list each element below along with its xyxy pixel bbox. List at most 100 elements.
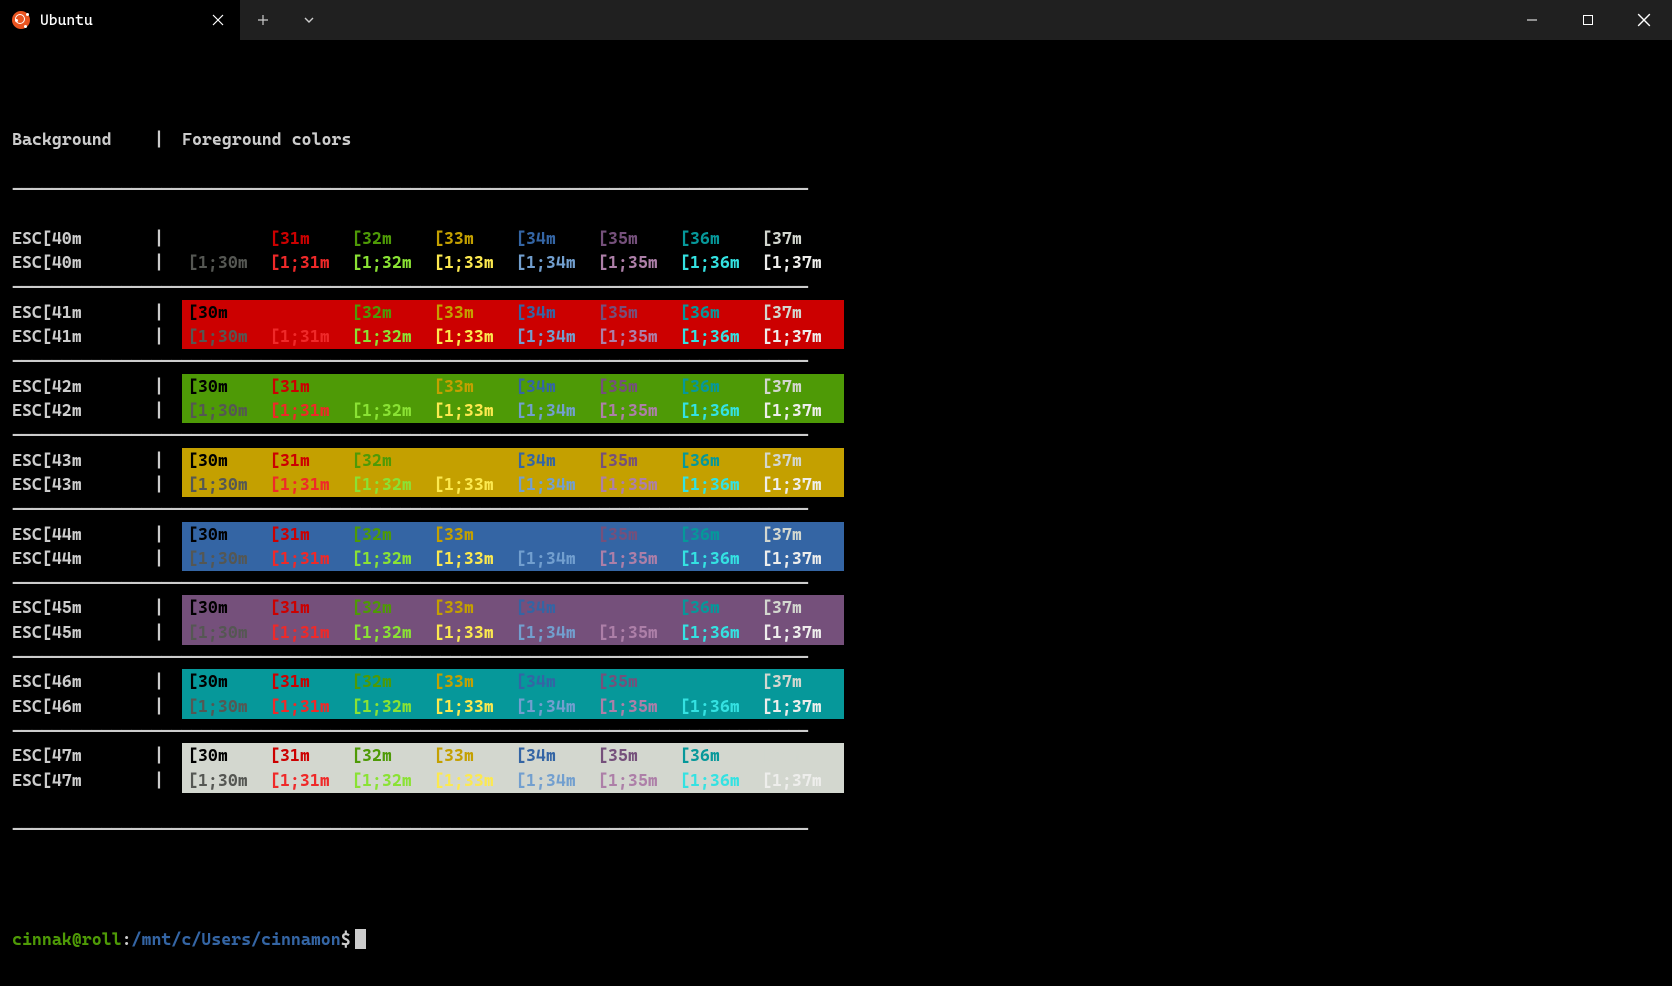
bg-label: ESC[41m <box>12 300 154 325</box>
fg-bright-sample-32: [1;32m <box>352 472 434 497</box>
bg-label: ESC[45m <box>12 595 154 620</box>
minimize-button[interactable] <box>1504 0 1560 40</box>
bg-label: ESC[40m <box>12 226 154 251</box>
bg-label: ESC[42m <box>12 374 154 399</box>
fg-bright-sample-37: [1;37m <box>762 398 844 423</box>
fg-sample-32: [32m <box>352 300 434 325</box>
fg-sample-33: [33m <box>434 743 516 768</box>
bg-label: ESC[43m <box>12 448 154 473</box>
shell-prompt[interactable]: cinnak@roll:/mnt/c/Users/cinnamon$ <box>12 927 1660 952</box>
fg-bright-sample-30: [1;30m <box>188 620 270 645</box>
color-row-45-bright: ESC[45m|[1;30m[1;31m[1;32m[1;33m[1;34m[1… <box>12 620 1660 645</box>
fg-bright-sample-34: [1;34m <box>516 324 598 349</box>
fg-sample-37: [37m <box>762 374 844 399</box>
bg-label: ESC[44m <box>12 546 154 571</box>
fg-bright-sample-35: [1;35m <box>598 768 680 793</box>
fg-sample-36: [36m <box>680 743 762 768</box>
fg-sample-35: [35m <box>598 226 680 251</box>
fg-sample-35: [35m <box>598 374 680 399</box>
divider: ----------------------------------------… <box>12 275 1660 300</box>
bg-label: ESC[42m <box>12 398 154 423</box>
divider: ----------------------------------------… <box>12 571 1660 596</box>
fg-sample-33: [33m <box>434 595 516 620</box>
color-row-42-bright: ESC[42m|[1;30m[1;31m[1;32m[1;33m[1;34m[1… <box>12 398 1660 423</box>
color-row-43-normal: ESC[43m|[30m[31m[32m[34m[35m[36m[37m <box>12 448 1660 473</box>
color-row-42-normal: ESC[42m|[30m[31m[33m[34m[35m[36m[37m <box>12 374 1660 399</box>
fg-sample-34: [34m <box>516 595 598 620</box>
fg-sample-35: [35m <box>598 448 680 473</box>
fg-sample-35 <box>598 595 680 620</box>
fg-sample-30: [30m <box>188 300 270 325</box>
fg-bright-sample-31: [1;31m <box>270 694 352 719</box>
fg-sample-36: [36m <box>680 595 762 620</box>
tab-close-button[interactable] <box>208 10 228 30</box>
fg-bright-sample-32: [1;32m <box>352 250 434 275</box>
fg-sample-31 <box>270 300 352 325</box>
fg-sample-34: [34m <box>516 374 598 399</box>
fg-sample-33: [33m <box>434 226 516 251</box>
color-row-45-normal: ESC[45m|[30m[31m[32m[33m[34m[36m[37m <box>12 595 1660 620</box>
bg-label: ESC[43m <box>12 472 154 497</box>
fg-sample-37: [37m <box>762 448 844 473</box>
fg-bright-sample-31: [1;31m <box>270 324 352 349</box>
fg-bright-sample-34: [1;34m <box>516 398 598 423</box>
fg-sample-36: [36m <box>680 300 762 325</box>
maximize-button[interactable] <box>1560 0 1616 40</box>
fg-bright-sample-33: [1;33m <box>434 398 516 423</box>
divider: ----------------------------------------… <box>12 497 1660 522</box>
fg-bright-sample-35: [1;35m <box>598 324 680 349</box>
bg-label: ESC[47m <box>12 743 154 768</box>
fg-sample-30: [30m <box>188 448 270 473</box>
new-tab-button[interactable] <box>240 0 286 40</box>
divider: ----------------------------------------… <box>12 719 1660 744</box>
fg-bright-sample-31: [1;31m <box>270 250 352 275</box>
divider: ----------------------------------------… <box>12 423 1660 448</box>
fg-bright-sample-35: [1;35m <box>598 472 680 497</box>
fg-bright-sample-31: [1;31m <box>270 472 352 497</box>
fg-sample-30: [30m <box>188 743 270 768</box>
fg-bright-sample-36: [1;36m <box>680 768 762 793</box>
fg-bright-sample-36: [1;36m <box>680 324 762 349</box>
fg-sample-32: [32m <box>352 669 434 694</box>
fg-bright-sample-33: [1;33m <box>434 472 516 497</box>
fg-sample-31: [31m <box>270 226 352 251</box>
fg-sample-35: [35m <box>598 300 680 325</box>
color-strip: [1;30m[1;31m[1;32m[1;33m[1;34m[1;35m[1;3… <box>182 620 844 645</box>
tab-dropdown-button[interactable] <box>286 0 332 40</box>
fg-sample-32: [32m <box>352 448 434 473</box>
color-strip: [30m[31m[32m[33m[34m[35m[37m <box>182 669 844 694</box>
color-strip: [1;30m[1;31m[1;32m[1;33m[1;34m[1;35m[1;3… <box>182 768 844 793</box>
fg-sample-37: [37m <box>762 743 844 768</box>
fg-sample-34: [34m <box>516 448 598 473</box>
fg-bright-sample-35: [1;35m <box>598 620 680 645</box>
fg-sample-31: [31m <box>270 743 352 768</box>
header-bg-label: Background <box>12 127 154 152</box>
fg-bright-sample-35: [1;35m <box>598 694 680 719</box>
divider-bottom: ----------------------------------------… <box>12 817 1660 842</box>
fg-bright-sample-30: [1;30m <box>188 398 270 423</box>
fg-bright-sample-34: [1;34m <box>516 546 598 571</box>
fg-sample-31: [31m <box>270 374 352 399</box>
bg-label: ESC[47m <box>12 768 154 793</box>
fg-bright-sample-31: [1;31m <box>270 768 352 793</box>
close-window-button[interactable] <box>1616 0 1672 40</box>
terminal-output[interactable]: Background|Foreground colors -----------… <box>0 40 1672 986</box>
fg-bright-sample-30: [1;30m <box>188 324 270 349</box>
fg-bright-sample-31: [1;31m <box>270 620 352 645</box>
ubuntu-icon <box>12 11 30 29</box>
fg-sample-34: [34m <box>516 669 598 694</box>
fg-bright-sample-32: [1;32m <box>352 694 434 719</box>
fg-sample-31: [31m <box>270 448 352 473</box>
color-strip: [31m[32m[33m[34m[35m[36m[37m <box>182 226 844 251</box>
header-row: Background|Foreground colors <box>12 127 1660 152</box>
color-strip: [30m[31m[32m[33m[34m[35m[36m[37m <box>182 743 844 768</box>
tab-ubuntu[interactable]: Ubuntu <box>0 0 240 40</box>
fg-bright-sample-37: [1;37m <box>762 472 844 497</box>
fg-sample-32 <box>352 374 434 399</box>
tab-title: Ubuntu <box>40 11 198 29</box>
fg-bright-sample-36: [1;36m <box>680 620 762 645</box>
color-strip: [1;30m[1;31m[1;32m[1;33m[1;34m[1;35m[1;3… <box>182 546 844 571</box>
fg-sample-37: [37m <box>762 300 844 325</box>
fg-sample-34: [34m <box>516 300 598 325</box>
color-strip: [1;30m[1;31m[1;32m[1;33m[1;34m[1;35m[1;3… <box>182 694 844 719</box>
